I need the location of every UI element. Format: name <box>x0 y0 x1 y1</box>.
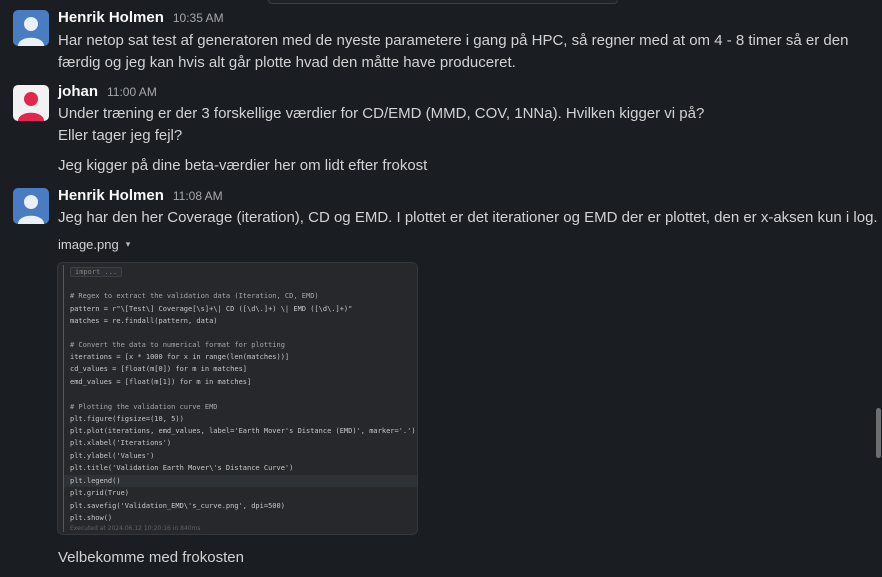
timestamp[interactable]: 10:35 AM <box>173 11 224 25</box>
message-text: Velbekomme med frokosten <box>58 549 244 566</box>
code-line: plt.savefig('Validation_EMD\'s_curve.png… <box>70 502 285 510</box>
message-text: Jeg har den her Coverage (iteration), CD… <box>58 209 878 226</box>
code-line: pattern = r"\[Test\] Coverage[\s]+\| CD … <box>70 305 353 313</box>
code-line: # Plotting the validation curve EMD <box>70 403 218 411</box>
code-line: plt.legend() <box>70 477 121 485</box>
code-fold: import ... <box>70 267 123 277</box>
avatar[interactable] <box>13 10 49 46</box>
code-line: cd_values = [float(m[0]) for m in matche… <box>70 365 248 373</box>
message-text: Under træning er der 3 forskellige værdi… <box>58 105 705 122</box>
composer-edge <box>268 0 618 4</box>
message-header: Henrik Holmen 10:35 AM <box>58 9 224 29</box>
code-line: emd_values = [float(m[1]) for m in match… <box>70 378 252 386</box>
user-avatar-icon <box>13 188 49 224</box>
avatar[interactable] <box>13 85 49 121</box>
message-text: færdig og jeg kan hvis alt går plotte hv… <box>58 54 516 71</box>
author-name[interactable]: johan <box>58 83 98 100</box>
message-header: johan 11:00 AM <box>58 83 157 103</box>
message-text: Eller tager jeg fejl? <box>58 127 183 144</box>
code-line: # Convert the data to numerical format f… <box>70 341 285 349</box>
author-name[interactable]: Henrik Holmen <box>58 187 164 204</box>
code-footer: Executed at 2024.06.12 10:20:16 in 840ms <box>70 525 201 532</box>
scrollbar[interactable] <box>876 408 881 458</box>
code-line: plt.plot(iterations, emd_values, label='… <box>70 427 416 435</box>
message-text: Jeg kigger på dine beta-værdier her om l… <box>58 157 428 174</box>
code-line: matches = re.findall(pattern, data) <box>70 317 218 325</box>
code-line: plt.title('Validation Earth Mover\'s Dis… <box>70 464 294 472</box>
code-line: plt.figure(figsize=(10, 5)) <box>70 415 184 423</box>
author-name[interactable]: Henrik Holmen <box>58 9 164 26</box>
code-line: plt.xlabel('Iterations') <box>70 439 172 447</box>
code-line: plt.grid(True) <box>70 489 130 497</box>
user-avatar-icon <box>13 85 49 121</box>
timestamp[interactable]: 11:08 AM <box>173 189 223 203</box>
file-name[interactable]: image.png <box>58 237 119 252</box>
timestamp[interactable]: 11:00 AM <box>107 85 157 99</box>
message-text: Har netop sat test af generatoren med de… <box>58 32 849 49</box>
code-gutter <box>63 265 64 532</box>
image-attachment[interactable]: import ... # Regex to extract the valida… <box>57 262 418 535</box>
user-avatar-icon <box>13 10 49 46</box>
message-header: Henrik Holmen 11:08 AM <box>58 187 223 207</box>
code-line: plt.ylabel('Values') <box>70 452 155 460</box>
chevron-down-icon[interactable]: ▾ <box>126 239 131 250</box>
code-line: plt.show() <box>70 514 113 522</box>
code-line: iterations = [x * 1000 for x in range(le… <box>70 353 290 361</box>
file-attachment-label[interactable]: image.png ▾ <box>58 237 130 252</box>
code-line: # Regex to extract the validation data (… <box>70 292 319 300</box>
avatar[interactable] <box>13 188 49 224</box>
